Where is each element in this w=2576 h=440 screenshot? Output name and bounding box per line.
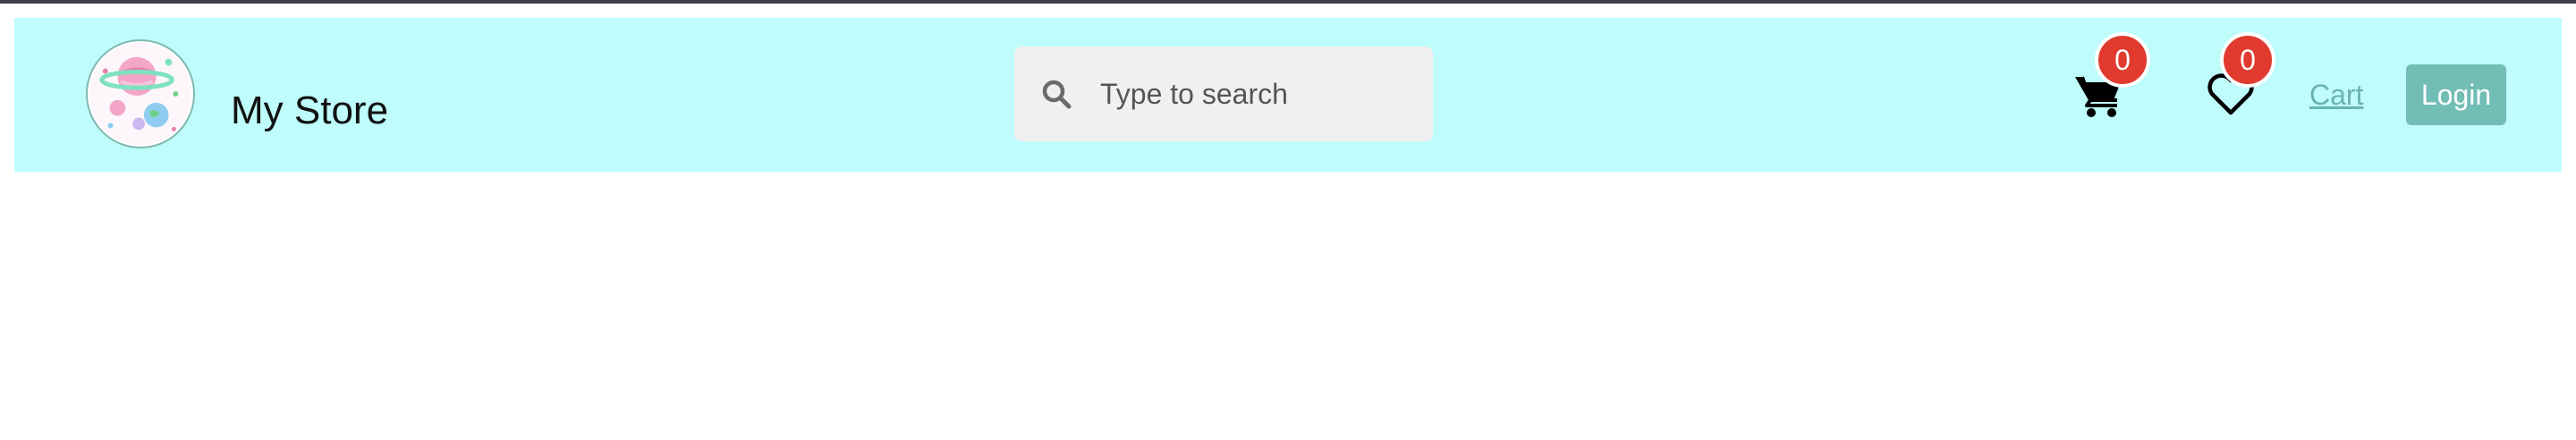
search-icon (1042, 80, 1072, 109)
search-box (1014, 47, 1433, 141)
store-name[interactable]: My Store (231, 88, 388, 134)
wishlist-count-badge: 0 (2220, 32, 2275, 88)
navbar: My Store 0 0 Cart Login (14, 18, 2562, 172)
window-top-edge (0, 0, 2576, 4)
login-button[interactable]: Login (2406, 64, 2506, 125)
cart-count-badge: 0 (2095, 32, 2150, 88)
cart-link[interactable]: Cart (2309, 75, 2363, 114)
search-input[interactable] (1100, 73, 1413, 114)
planet-logo-icon[interactable] (86, 39, 195, 148)
